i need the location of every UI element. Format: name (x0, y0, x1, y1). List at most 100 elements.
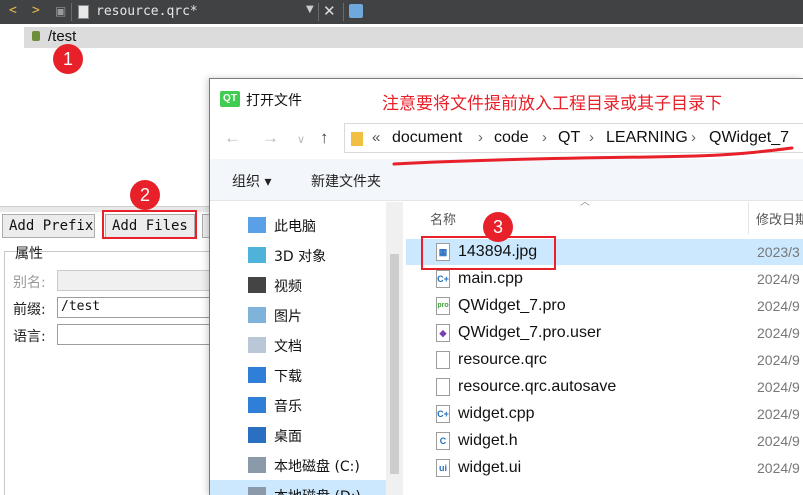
file-name: widget.h (458, 432, 518, 449)
nav-item-label: 下载 (274, 369, 302, 385)
editor-toolbar: < > ▣ resource.qrc* ▼ ✕ (0, 0, 803, 24)
pro-file-icon: pro (436, 297, 450, 315)
up-arrow-icon[interactable]: ↑ (320, 128, 329, 148)
file-row[interactable]: ui widget.ui 2024/9 (406, 455, 803, 481)
toolbar-separator (71, 3, 72, 21)
language-label: 语言: (13, 329, 46, 345)
film-icon (248, 277, 266, 293)
header-file-icon: C (436, 432, 450, 450)
cpp-file-icon: C+ (436, 405, 450, 423)
nav-item[interactable]: 文档 (210, 330, 386, 360)
alias-field[interactable] (57, 270, 210, 291)
file-name: widget.ui (458, 459, 522, 476)
nav-item[interactable]: 下载 (210, 360, 386, 390)
resource-tree-item[interactable]: /test (24, 27, 803, 48)
new-folder-button[interactable]: 新建文件夹 (311, 171, 381, 191)
add-prefix-button[interactable]: Add Prefix (2, 214, 95, 238)
chevron-down-icon[interactable]: ▼ (306, 4, 314, 15)
file-name: widget.cpp (458, 405, 535, 422)
file-date: 2023/3 (757, 244, 800, 260)
prefix-field[interactable]: /test (57, 297, 210, 318)
toolbar-separator (318, 3, 319, 21)
file-name: QWidget_7.pro (458, 297, 566, 314)
file-row[interactable]: ◆ QWidget_7.pro.user 2024/9 (406, 320, 803, 346)
download-icon (248, 367, 266, 383)
file-row[interactable]: resource.qrc 2024/9 (406, 347, 803, 373)
music-icon (248, 397, 266, 413)
chevron-right-icon[interactable]: > (32, 3, 40, 18)
user-file-icon: ◆ (436, 324, 450, 342)
organize-button[interactable]: 组织 ▾ (232, 171, 271, 191)
computer-icon (248, 217, 266, 233)
column-divider[interactable] (748, 202, 749, 234)
highlight-selected-file (421, 236, 556, 270)
drive-icon (248, 457, 266, 473)
nav-item[interactable]: 此电脑 (210, 210, 386, 240)
step-badge-1: 1 (53, 44, 83, 74)
file-row[interactable]: resource.qrc.autosave 2024/9 (406, 374, 803, 400)
nav-item[interactable]: 图片 (210, 300, 386, 330)
file-row[interactable]: pro QWidget_7.pro 2024/9 (406, 293, 803, 319)
qt-logo-icon: QT (220, 91, 240, 107)
file-date: 2024/9 (757, 298, 800, 314)
nav-item-label: 文档 (274, 339, 302, 355)
file-name: resource.qrc (458, 351, 547, 368)
back-arrow-icon[interactable]: ← (224, 128, 241, 148)
properties-title: 属性 (15, 246, 43, 262)
file-date: 2024/9 (757, 325, 800, 341)
file-date: 2024/9 (757, 460, 800, 476)
forward-arrow-icon[interactable]: → (262, 128, 279, 148)
folder-icon (351, 132, 363, 146)
underline-path-annotation (392, 146, 794, 166)
close-icon[interactable]: ✕ (323, 2, 336, 20)
navigation-scrollbar[interactable] (386, 202, 403, 495)
file-icon (436, 378, 450, 396)
chevron-left-icon[interactable]: < (9, 3, 17, 18)
file-icon (436, 351, 450, 369)
open-file-name[interactable]: resource.qrc* (96, 4, 198, 19)
file-row[interactable]: C+ widget.cpp 2024/9 (406, 401, 803, 427)
recent-chevron-icon[interactable]: ∨ (297, 133, 305, 146)
nav-item-label: 桌面 (274, 429, 302, 445)
column-header-name[interactable]: 名称 (430, 202, 456, 234)
sort-caret-icon: ︿ (580, 197, 590, 208)
nav-item[interactable]: 音乐 (210, 390, 386, 420)
annotation-note: 注意要将文件提前放入工程目录或其子目录下 (382, 94, 722, 114)
prefix-field-label: 前缀: (13, 302, 46, 318)
alias-label: 别名: (13, 275, 46, 291)
cube-icon (248, 247, 266, 263)
file-date: 2024/9 (757, 352, 800, 368)
scrollbar-thumb[interactable] (390, 254, 399, 474)
nav-item-label: 此电脑 (274, 219, 316, 235)
cpp-file-icon: C+ (436, 270, 450, 288)
nav-item-label: 本地磁盘 (C:) (274, 459, 360, 475)
nav-item[interactable]: 本地磁盘 (C:) (210, 450, 386, 480)
file-row[interactable]: Cwidget.h 2024/9 (406, 428, 803, 454)
column-header-modified[interactable]: 修改日期 (756, 202, 803, 234)
nav-item[interactable]: 本地磁盘 (D:) (210, 480, 386, 495)
navigation-pane: 此电脑 3D 对象视频图片文档下载音乐桌面本地磁盘 (C:) 本地磁盘 (D:) (210, 202, 390, 495)
nav-item[interactable]: 桌面 (210, 420, 386, 450)
nav-item[interactable]: 视频 (210, 270, 386, 300)
file-date: 2024/9 (757, 433, 800, 449)
prefix-label: /test (48, 28, 77, 45)
file-icon (78, 5, 89, 19)
dialog-title: 打开文件 (246, 93, 302, 109)
language-field[interactable] (57, 324, 210, 345)
nav-item-label: 图片 (274, 309, 302, 325)
file-date: 2024/9 (757, 379, 800, 395)
file-name: QWidget_7.pro.user (458, 324, 602, 341)
ui-file-icon: ui (436, 459, 450, 477)
breadcrumb-overflow[interactable]: « (372, 129, 380, 146)
split-view-icon[interactable] (349, 4, 363, 18)
file-name: main.cpp (458, 270, 523, 287)
toolbar-separator (343, 3, 344, 21)
nav-item-label: 本地磁盘 (D:) (274, 486, 361, 495)
file-date: 2024/9 (757, 271, 800, 287)
nav-item[interactable]: 3D 对象 (210, 240, 386, 270)
lock-icon: ▣ (55, 4, 67, 18)
drive-icon (248, 487, 266, 495)
prefix-icon (32, 31, 40, 41)
step-badge-2: 2 (130, 180, 160, 210)
highlight-add-files (102, 210, 197, 239)
